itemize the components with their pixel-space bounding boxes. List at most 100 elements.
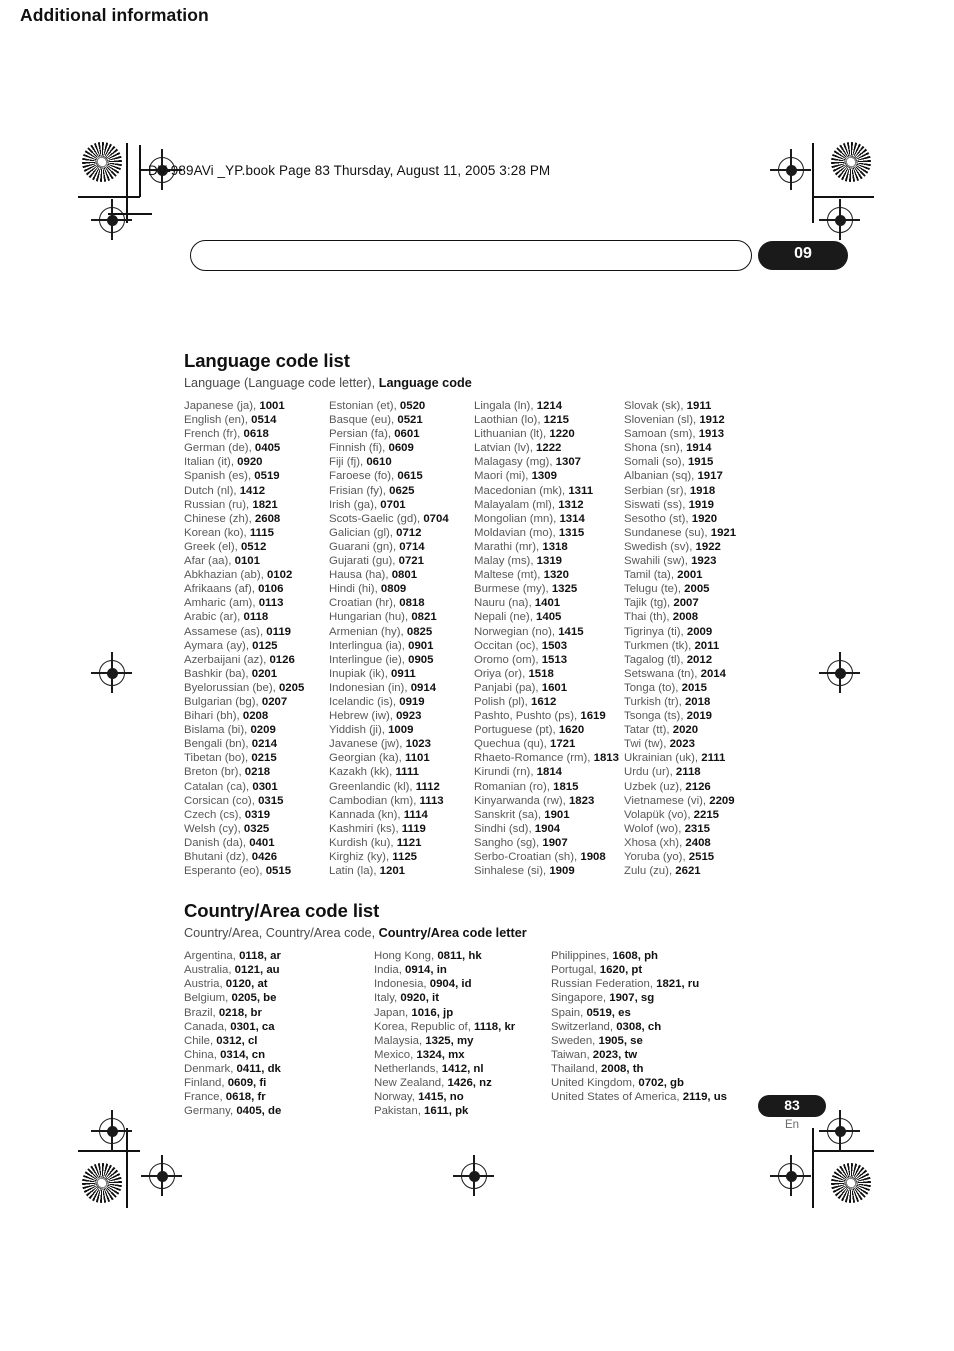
code-entry-name: Danish (da), [184, 836, 250, 849]
code-entry-code: 1904 [534, 822, 561, 835]
code-entry-code: 1325, my [425, 1034, 474, 1047]
code-entry-code: 0102 [266, 569, 293, 582]
crop-mark-top-left-v [126, 143, 128, 223]
code-entry-code: 1908 [580, 851, 606, 863]
crop-mark-bottom-right-h [812, 1150, 874, 1152]
code-entry-code: 1312 [558, 498, 584, 511]
code-entry: Lingala (ln), 1214 [474, 399, 624, 413]
code-entry-code: 1220 [549, 428, 575, 441]
code-entry-code: 2111 [701, 752, 726, 765]
code-entry-name: Aymara (ay), [184, 639, 253, 652]
code-entry-name: Indonesian (in), [329, 681, 411, 694]
language-section-title: Language code list [184, 350, 350, 371]
crop-mark-bottom-left-v [126, 1128, 128, 1208]
code-entry: Marathi (mr), 1318 [474, 540, 624, 554]
code-entry-name: Russian (ru), [184, 498, 253, 511]
code-entry: Malagasy (mg), 1307 [474, 455, 624, 469]
code-entry-name: Kazakh (kk), [329, 766, 396, 779]
code-entry-name: Afar (aa), [184, 555, 235, 568]
code-entry-code: 0901 [408, 639, 434, 652]
code-entry: Sundanese (su), 1921 [624, 526, 769, 540]
code-entry: Thailand, 2008, th [551, 1062, 784, 1076]
code-entry: Shona (sn), 1914 [624, 441, 769, 455]
code-entry-code: 0308, ch [616, 1020, 662, 1033]
code-entry: Malayalam (ml), 1312 [474, 498, 624, 512]
language-code-column-2: Estonian (et), 0520 Basque (eu), 0521 Pers… [329, 399, 474, 878]
code-entry-code: 0301, ca [230, 1020, 275, 1033]
code-entry-code: 1405 [536, 611, 562, 624]
code-entry-name: Japanese (ja), [184, 400, 260, 412]
code-entry: Macedonian (mk), 1311 [474, 484, 624, 498]
code-entry-name: Panjabi (pa), [474, 681, 542, 694]
code-entry-code: 1907, sg [609, 992, 655, 1005]
code-entry: France, 0618, fr [184, 1090, 374, 1104]
code-entry: Kirghiz (ky), 1125 [329, 850, 474, 864]
code-entry-name: Hong Kong, [374, 950, 438, 963]
code-entry-name: Vietnamese (vi), [624, 794, 710, 807]
code-entry: Yiddish (ji), 1009 [329, 723, 474, 737]
code-entry-code: 2119, us [682, 1091, 728, 1104]
code-entry-name: Basque (eu), [329, 414, 398, 427]
code-entry: Kinyarwanda (rw), 1823 [474, 794, 624, 808]
code-entry: Singapore, 1907, sg [551, 991, 784, 1005]
code-entry-name: Netherlands, [374, 1062, 442, 1075]
code-entry-name: Scots-Gaelic (gd), [329, 512, 424, 525]
code-entry-code: 0405 [254, 442, 281, 455]
code-entry: Quechua (qu), 1721 [474, 737, 624, 751]
code-entry: Indonesia, 0904, id [374, 977, 551, 991]
code-entry: Austria, 0120, at [184, 977, 374, 991]
code-entry-code: 2608 [254, 512, 281, 525]
code-entry-name: Serbian (sr), [624, 484, 690, 497]
registration-mark-left-upper [91, 199, 132, 240]
code-entry-code: 0201 [251, 667, 278, 680]
code-entry-name: United Kingdom, [551, 1077, 639, 1090]
code-entry: Malaysia, 1325, my [374, 1034, 551, 1048]
code-entry-name: Occitan (oc), [474, 639, 542, 652]
registration-mark-top-right [770, 149, 811, 190]
code-entry-code: 0625 [389, 484, 415, 497]
code-entry-name: Guarani (gn), [329, 540, 400, 553]
code-entry-name: Spanish (es), [184, 470, 255, 483]
crop-mark-bottom-right-v [812, 1128, 814, 1208]
code-entry-name: Bulgarian (bg), [184, 695, 262, 708]
code-entry: Siswati (ss), 1919 [624, 498, 769, 512]
code-entry: Serbian (sr), 1918 [624, 484, 769, 498]
code-entry-code: 0205 [278, 681, 305, 694]
code-entry: Corsican (co), 0315 [184, 794, 329, 808]
code-entry-name: Polish (pl), [474, 695, 531, 708]
code-entry: Japan, 1016, jp [374, 1006, 551, 1020]
code-entry-code: 2118 [675, 766, 701, 779]
code-entry-code: 0325 [243, 822, 270, 835]
code-entry-code: 2621 [675, 865, 701, 878]
code-entry-name: Italian (it), [184, 456, 238, 469]
code-entry: Greek (el), 0512 [184, 540, 329, 554]
code-entry: Moldavian (mo), 1315 [474, 526, 624, 540]
code-entry-name: Pashto, Pushto (ps), [474, 710, 581, 723]
code-entry: Inupiak (ik), 0911 [329, 667, 474, 681]
code-entry: Kirundi (rn), 1814 [474, 765, 624, 779]
code-entry: Swedish (sv), 1922 [624, 540, 769, 554]
code-entry: Kurdish (ku), 1121 [329, 836, 474, 850]
code-entry-name: Mongolian (mn), [474, 512, 560, 525]
code-entry: Malay (ms), 1319 [474, 554, 624, 568]
code-entry-code: 2001 [677, 569, 703, 582]
code-entry-code: 1121 [396, 836, 422, 849]
code-entry-name: Austria, [184, 978, 226, 991]
code-entry: Armenian (hy), 0825 [329, 625, 474, 639]
code-entry-code: 1001 [259, 400, 285, 412]
code-entry: Sweden, 1905, se [551, 1034, 784, 1048]
code-entry-code: 1911 [686, 400, 712, 412]
code-entry-code: 1513 [541, 653, 568, 666]
code-entry-code: 1318 [542, 540, 568, 553]
code-entry-code: 0920, it [400, 992, 440, 1005]
code-entry-name: Finnish (fi), [329, 442, 389, 455]
code-entry-name: Icelandic (is), [329, 695, 400, 708]
code-entry-code: 2018 [684, 695, 711, 708]
code-entry-name: Kannada (kn), [329, 808, 404, 821]
code-entry-code: 1823 [568, 794, 595, 807]
code-entry-name: China, [184, 1048, 221, 1061]
code-entry-code: 0618, fr [225, 1091, 266, 1104]
code-entry-name: Swedish (sv), [624, 540, 696, 553]
code-entry: Korean (ko), 1115 [184, 526, 329, 540]
code-entry-name: Tibetan (bo), [184, 752, 252, 765]
